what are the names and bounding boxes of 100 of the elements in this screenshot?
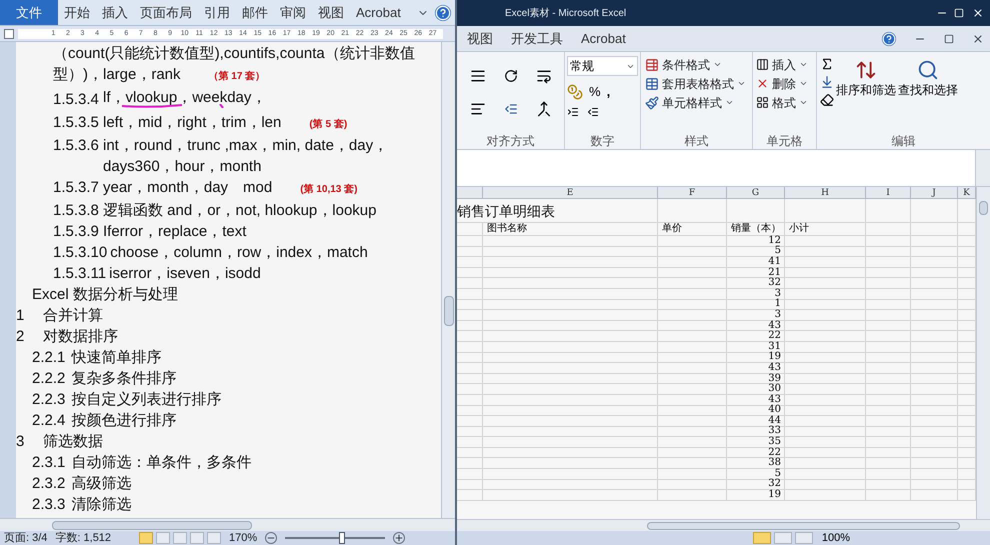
table-cell	[658, 437, 727, 448]
ribbon-tab[interactable]: 视图	[312, 0, 350, 25]
item-text: iserror，iseven，isodd	[109, 264, 261, 284]
ribbon-tab[interactable]: 页面布局	[134, 0, 198, 25]
close-icon[interactable]	[972, 32, 984, 44]
table-cell	[457, 268, 483, 278]
table-cell	[457, 236, 483, 247]
table-cell	[911, 288, 958, 300]
table-cell	[658, 300, 727, 310]
table-cell	[911, 223, 958, 236]
chapter-text: 对数据排序	[43, 327, 118, 347]
ribbon-tab[interactable]: 开发工具	[511, 28, 563, 48]
column-header[interactable]: J	[911, 187, 958, 198]
column-header[interactable]: E	[483, 187, 658, 198]
sort-filter-button[interactable]: 排序和筛选	[836, 55, 896, 133]
formula-scrollbar[interactable]	[975, 150, 990, 186]
vertical-scrollbar[interactable]	[976, 187, 990, 519]
ribbon-button[interactable]: 插入	[756, 55, 813, 74]
number-format-dropdown[interactable]: 常规	[567, 56, 638, 76]
zoom-in-icon[interactable]	[393, 532, 406, 544]
ribbon-button[interactable]: 删除	[756, 74, 813, 93]
page-count: 页面: 3/4	[4, 532, 48, 544]
column-header[interactable]: F	[658, 187, 727, 198]
horizontal-scrollbar[interactable]	[0, 518, 455, 531]
maximize-icon[interactable]	[954, 8, 964, 18]
table-cell	[658, 331, 727, 342]
wrap-text-icon[interactable]	[536, 68, 552, 84]
help-icon[interactable]	[882, 32, 896, 46]
percent-button[interactable]: %	[589, 82, 601, 102]
decrease-indent-icon[interactable]	[504, 102, 518, 116]
ribbon-tab[interactable]: 邮件	[236, 0, 274, 25]
table-cell: 5	[727, 469, 785, 480]
section-text: 复杂多条件排序	[71, 369, 176, 389]
ribbon-tab[interactable]: 文件	[0, 0, 58, 25]
table-cell	[866, 363, 911, 374]
item-text: Iferror，replace，text	[103, 222, 246, 242]
item-text: lf，vlookup，weekday，	[103, 89, 266, 106]
ribbon-button[interactable]: 单元格样式	[645, 93, 748, 112]
ribbon-button[interactable]: 格式	[756, 93, 813, 112]
align-top-icon[interactable]	[470, 68, 486, 84]
table-cell	[911, 268, 958, 278]
column-heading: 单价	[658, 223, 727, 236]
ribbon-tab[interactable]: Acrobat	[350, 0, 407, 25]
table-cell	[866, 342, 911, 353]
zoom-out-icon[interactable]	[265, 532, 278, 544]
table-cell	[866, 406, 911, 416]
tab-stop-selector[interactable]	[4, 28, 14, 38]
decrease-decimal-icon[interactable]	[587, 106, 599, 118]
table-cell	[911, 320, 958, 332]
column-header[interactable]: H	[785, 187, 866, 198]
table-cell	[911, 363, 958, 374]
ribbon-tab[interactable]: 引用	[198, 0, 236, 25]
table-cell	[866, 288, 911, 300]
group-label: 数字	[590, 133, 616, 149]
table-cell	[911, 310, 958, 321]
chapter-number: 1	[16, 306, 26, 326]
section-text: 清除筛选	[71, 495, 132, 515]
clear-icon[interactable]	[820, 93, 834, 107]
align-left-icon[interactable]	[470, 100, 486, 117]
increase-decimal-icon[interactable]	[567, 106, 579, 118]
restore-icon[interactable]	[944, 34, 954, 44]
table-cell	[658, 352, 727, 364]
close-icon[interactable]	[972, 7, 984, 19]
item-number: 1.5.3.4	[53, 90, 100, 110]
fill-icon[interactable]	[820, 75, 834, 89]
item-number: 1.5.3.6	[53, 136, 100, 156]
ribbon-button[interactable]: 条件格式	[645, 55, 748, 74]
delete-cells-icon	[756, 77, 769, 90]
format-cells-icon	[756, 96, 769, 109]
table-cell	[658, 199, 727, 223]
ribbon-tab[interactable]: 开始	[58, 0, 96, 25]
currency-icon[interactable]	[567, 84, 583, 100]
group-label: 样式	[684, 133, 710, 149]
table-cell: 21	[727, 268, 785, 278]
vertical-scrollbar[interactable]	[441, 42, 455, 518]
autosum-icon[interactable]	[820, 57, 834, 71]
table-cell: 19	[727, 490, 785, 501]
table-cell	[866, 374, 911, 384]
find-select-button[interactable]: 查找和选择	[898, 55, 958, 133]
ribbon-tab[interactable]: 审阅	[274, 0, 312, 25]
column-header[interactable]: G	[727, 187, 785, 198]
caret-icon	[713, 60, 722, 69]
table-cell	[457, 406, 483, 416]
ribbon-tab[interactable]: Acrobat	[581, 28, 626, 48]
help-icon[interactable]	[435, 4, 451, 20]
comma-button[interactable]: ,	[606, 82, 610, 102]
horizontal-scrollbar[interactable]	[457, 519, 990, 531]
zoom-thumb[interactable]	[339, 532, 346, 544]
chapter-text: 筛选数据	[43, 432, 103, 452]
table-cell	[866, 490, 911, 501]
merge-cells-icon[interactable]	[536, 100, 552, 117]
orientation-icon[interactable]	[504, 69, 518, 84]
ribbon-tab[interactable]: 插入	[96, 0, 134, 25]
ribbon-tab[interactable]: 视图	[467, 28, 493, 48]
table-cell	[866, 300, 911, 310]
table-cell: 39	[727, 374, 785, 384]
ribbon-button[interactable]: 套用表格格式	[645, 74, 748, 93]
table-cell: 35	[727, 437, 785, 448]
table-cell	[658, 320, 727, 332]
column-header[interactable]: I	[866, 187, 911, 198]
